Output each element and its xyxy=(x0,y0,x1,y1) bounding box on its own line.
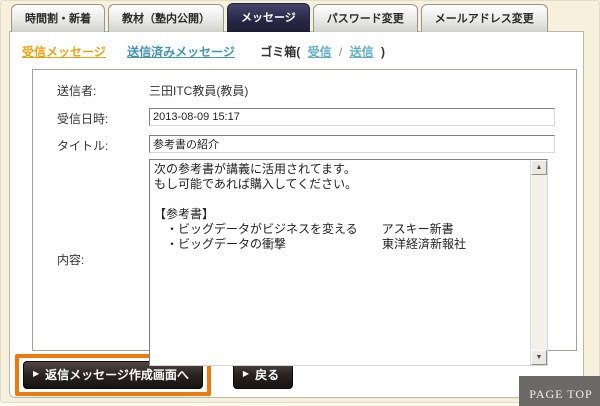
tab-email-change[interactable]: メールアドレス変更 xyxy=(421,4,548,32)
sender-row: 送信者: 三田ITC教員(教員) xyxy=(33,80,576,99)
message-body-text: 次の参考書が講義に活用されてます。 もし可能であれば購入してください。 【参考書… xyxy=(150,160,530,365)
tab-bar: 時間割・新着 教材（塾内公開） メッセージ パスワード変更 メールアドレス変更 xyxy=(11,6,551,32)
tab-timetable-news[interactable]: 時間割・新着 xyxy=(11,4,105,32)
inbox-messages-link[interactable]: 受信メッセージ xyxy=(22,45,106,59)
title-label: タイトル: xyxy=(57,135,149,154)
message-detail-form: 送信者: 三田ITC教員(教員) 受信日時: タイトル: 内容: 次の参考書が講… xyxy=(32,69,577,351)
page-top-button[interactable]: PAGE TOP xyxy=(519,376,600,406)
back-button-label: 戻る xyxy=(255,366,279,383)
tab-materials[interactable]: 教材（塾内公開） xyxy=(108,4,224,32)
sender-label: 送信者: xyxy=(57,80,149,99)
trash-label-close: ) xyxy=(381,45,385,59)
trash-received-link[interactable]: 受信 xyxy=(308,45,332,59)
scroll-down-icon[interactable]: ▼ xyxy=(531,350,547,365)
textarea-scrollbar[interactable]: ▲ ▼ xyxy=(530,160,547,365)
sender-value: 三田ITC教員(教員) xyxy=(149,80,248,99)
trash-sent-link[interactable]: 送信 xyxy=(350,45,374,59)
message-body-textarea[interactable]: 次の参考書が講義に活用されてます。 もし可能であれば購入してください。 【参考書… xyxy=(149,159,548,366)
body-label: 内容: xyxy=(57,159,149,268)
arrow-right-icon: ▶ xyxy=(33,369,39,378)
trash-label: ゴミ箱( xyxy=(260,45,300,59)
received-datetime-field[interactable] xyxy=(149,108,555,126)
body-row: 内容: 次の参考書が講義に活用されてます。 もし可能であれば購入してください。 … xyxy=(33,159,576,366)
received-datetime-label: 受信日時: xyxy=(57,108,149,127)
arrow-right-icon: ▶ xyxy=(243,369,249,378)
received-datetime-row: 受信日時: xyxy=(33,108,576,127)
tab-password-change[interactable]: パスワード変更 xyxy=(313,4,418,32)
tab-messages[interactable]: メッセージ xyxy=(227,3,310,32)
trash-separator: / xyxy=(339,45,342,59)
sent-messages-link[interactable]: 送信済みメッセージ xyxy=(127,45,235,59)
message-nav: 受信メッセージ 送信済みメッセージ ゴミ箱( 受信 / 送信 ) xyxy=(10,32,583,60)
title-field[interactable] xyxy=(149,135,555,153)
content-panel: 受信メッセージ 送信済みメッセージ ゴミ箱( 受信 / 送信 ) 送信者: 三田… xyxy=(9,31,584,398)
page-background: 時間割・新着 教材（塾内公開） メッセージ パスワード変更 メールアドレス変更 … xyxy=(0,0,600,403)
scroll-up-icon[interactable]: ▲ xyxy=(531,160,547,175)
title-row: タイトル: xyxy=(33,135,576,154)
reply-message-button-label: 返信メッセージ作成画面へ xyxy=(45,366,189,383)
